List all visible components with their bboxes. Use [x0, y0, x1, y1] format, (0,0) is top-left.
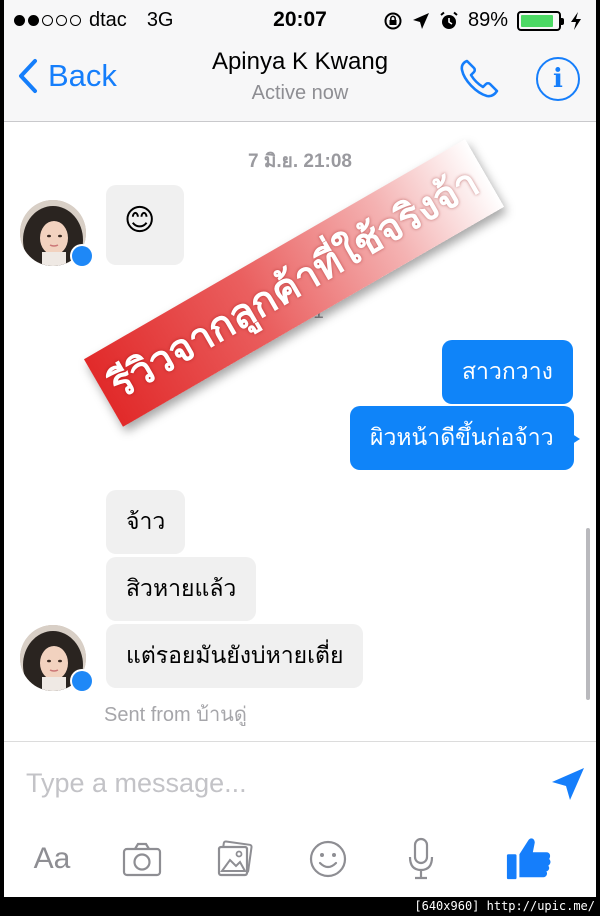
text-format-button[interactable]: Aa	[30, 835, 74, 883]
battery-percent: 89%	[467, 9, 508, 31]
alarm-icon	[440, 11, 458, 29]
camera-icon[interactable]	[122, 835, 162, 883]
message-input[interactable]	[26, 762, 526, 804]
incoming-message[interactable]: สิวหายแล้ว	[106, 557, 257, 621]
location-arrow-icon	[412, 12, 429, 29]
outgoing-message[interactable]: ผิวหน้าดีขึ้นก่อจ้าว	[350, 406, 574, 470]
screen: dtac 3G 20:07 89% Back Apinya K Kwang Ac…	[4, 0, 596, 897]
phone-icon[interactable]	[456, 56, 502, 102]
send-icon[interactable]	[550, 766, 586, 802]
contact-name: Apinya K Kwang	[211, 48, 389, 75]
thumbs-up-icon[interactable]	[504, 835, 554, 883]
bubble-tail	[566, 430, 580, 448]
microphone-icon[interactable]	[406, 835, 436, 883]
scrollbar[interactable]	[586, 528, 590, 700]
battery-fill	[521, 14, 554, 27]
rotation-lock-icon	[384, 12, 402, 29]
emoji-icon[interactable]	[308, 835, 348, 883]
incoming-message[interactable]: 😊	[106, 185, 184, 265]
info-button[interactable]: i	[536, 57, 580, 101]
navigation-bar: Back Apinya K Kwang Active now i	[4, 40, 596, 122]
outgoing-message[interactable]: สาวกวาง	[442, 340, 573, 404]
status-bar: dtac 3G 20:07 89%	[4, 0, 596, 40]
composer-bar	[4, 741, 596, 825]
sent-from-label: Sent from บ้านดู่	[104, 704, 247, 726]
presence-status: Active now	[251, 82, 349, 104]
gallery-icon[interactable]	[216, 835, 254, 883]
status-right: 89%	[383, 9, 582, 32]
image-source-tag: [640x960] http://upic.me/	[411, 898, 598, 915]
incoming-message[interactable]: แต่รอยมันยังบ่หายเตี่ย	[106, 624, 364, 688]
messenger-badge-icon	[70, 244, 94, 268]
battery-icon	[517, 10, 564, 31]
messenger-badge-icon	[70, 669, 94, 693]
incoming-message[interactable]: จ้าว	[106, 490, 186, 554]
composer-toolbar: Aa	[4, 825, 596, 897]
timestamp: 7 มิ.ย. 21:08	[248, 151, 352, 172]
charging-bolt-icon	[571, 11, 581, 30]
